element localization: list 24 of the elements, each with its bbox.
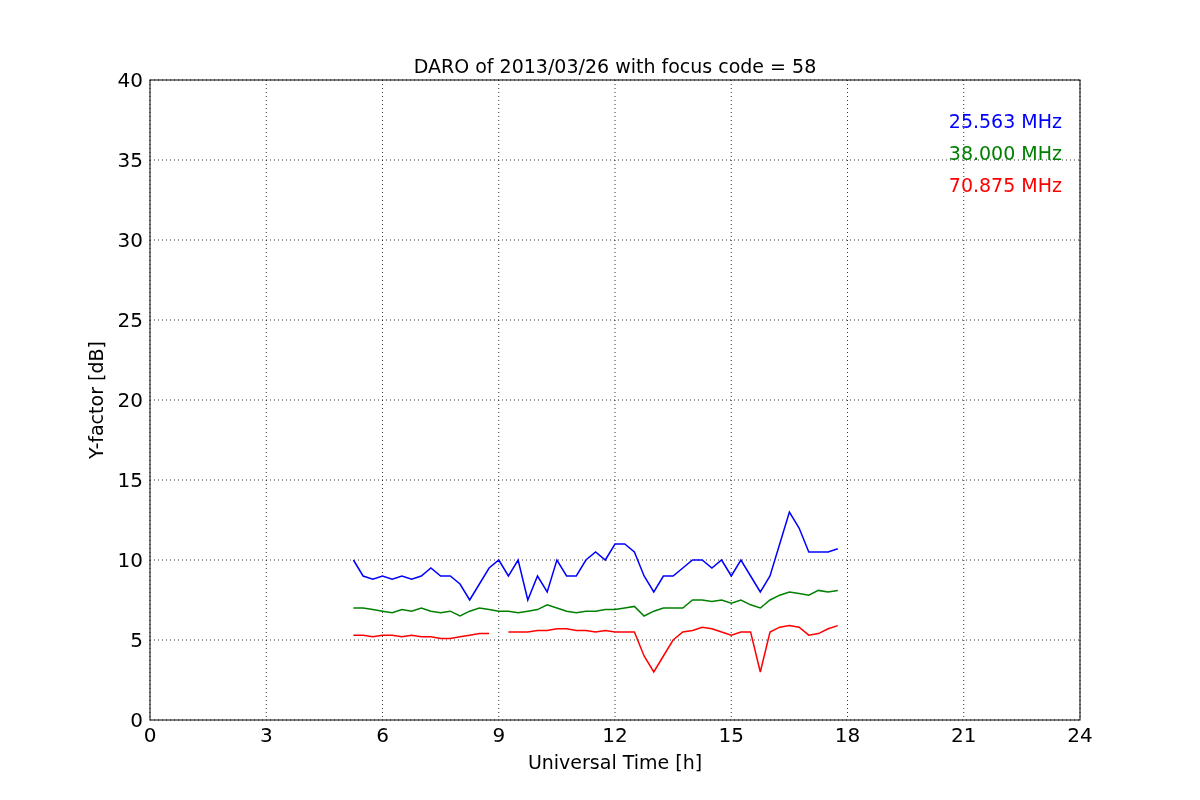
x-tick-label: 21 <box>951 723 977 747</box>
y-tick-label: 10 <box>117 548 143 572</box>
y-tick-label: 25 <box>117 308 143 332</box>
x-tick-label: 0 <box>143 723 157 747</box>
x-axis-label: Universal Time [h] <box>527 751 703 773</box>
y-tick-label: 30 <box>117 228 143 252</box>
y-tick-label: 15 <box>117 468 143 492</box>
legend-label: 38.000 MHz <box>948 142 1062 164</box>
legend-label: 70.875 MHz <box>948 174 1062 196</box>
x-tick-label: 3 <box>259 723 273 747</box>
x-tick-label: 12 <box>602 723 628 747</box>
y-tick-label: 0 <box>130 708 143 732</box>
y-tick-label: 20 <box>117 388 143 412</box>
x-tick-label: 9 <box>492 723 506 747</box>
y-tick-label: 40 <box>117 68 143 92</box>
x-tick-label: 6 <box>376 723 389 747</box>
chart-title: DARO of 2013/03/26 with focus code = 58 <box>413 55 817 77</box>
y-tick-label: 35 <box>117 148 143 172</box>
y-axis-label: Y-factor [dB] <box>85 341 107 459</box>
x-tick-label: 18 <box>834 723 861 747</box>
x-tick-label: 24 <box>1067 723 1093 747</box>
x-tick-label: 15 <box>718 723 744 747</box>
y-tick-label: 5 <box>130 628 143 652</box>
legend-label: 25.563 MHz <box>948 110 1062 132</box>
